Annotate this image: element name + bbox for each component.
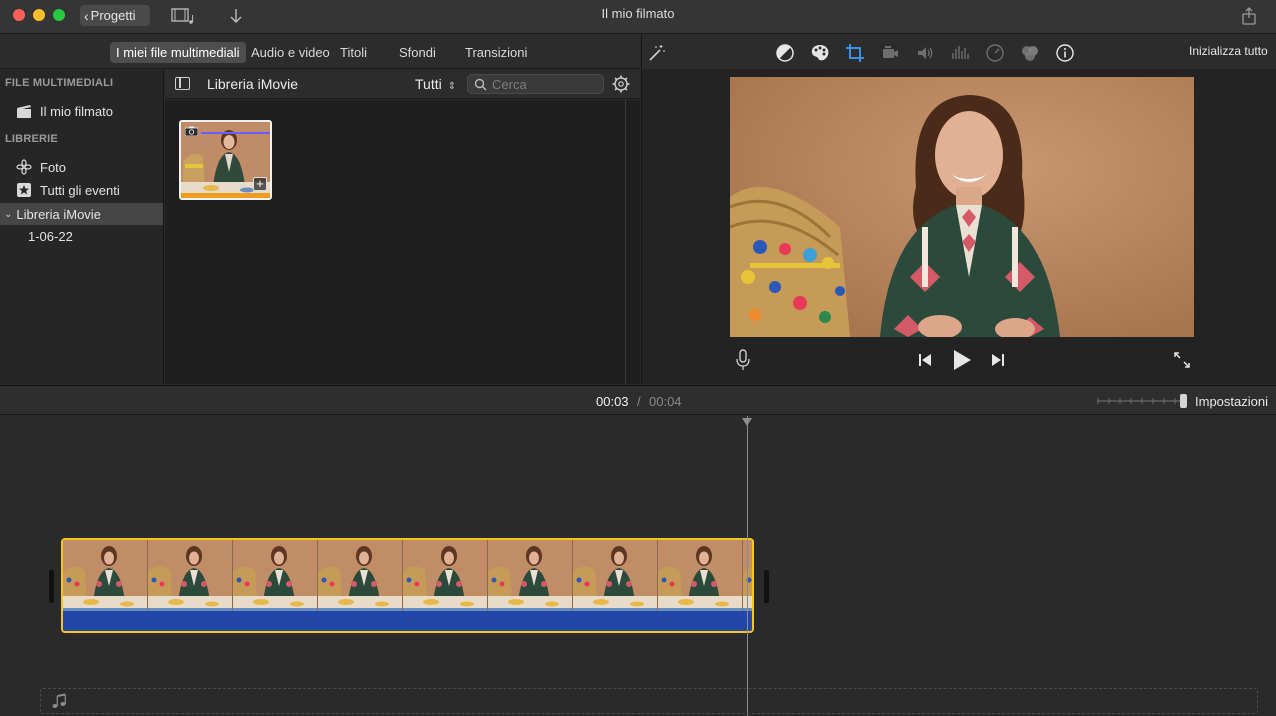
background-music-well[interactable]: [40, 688, 1258, 714]
photos-icon: [16, 159, 32, 175]
video-preview: [730, 77, 1194, 337]
add-to-timeline-button[interactable]: +: [253, 177, 267, 191]
filmstrip-frame: [743, 540, 752, 611]
filter-value: Tutti: [415, 76, 442, 92]
music-note-icon: [52, 693, 66, 708]
color-palette-icon[interactable]: [810, 43, 830, 63]
playback-controls: [642, 345, 1276, 375]
browser-divider: [625, 100, 626, 384]
projects-label: Progetti: [90, 8, 136, 23]
tab-audio-video[interactable]: Audio e video: [245, 42, 336, 63]
equalizer-icon[interactable]: [950, 43, 970, 63]
play-icon[interactable]: [952, 349, 972, 371]
library-sidebar: FILE MULTIMEDIALI Il mio filmato LIBRERI…: [0, 70, 164, 384]
sidebar-toggle-icon[interactable]: [175, 77, 190, 90]
sidebar-item-photos[interactable]: Foto: [0, 156, 163, 178]
color-balance-icon[interactable]: [775, 43, 795, 63]
skip-back-icon[interactable]: [918, 353, 932, 367]
timeline-settings-button[interactable]: Impostazioni: [1195, 394, 1268, 409]
title-bar: ‹ Progetti Il mio filmato: [0, 0, 1276, 34]
sidebar-item-label: Il mio filmato: [40, 103, 113, 119]
timeline[interactable]: [0, 416, 1276, 716]
sidebar-item-event[interactable]: 1-06-22: [0, 225, 163, 247]
star-icon: [17, 183, 31, 197]
clip-used-indicator: [201, 132, 270, 134]
search-box[interactable]: [467, 74, 604, 94]
clip-audio-track: [63, 611, 752, 631]
zoom-window-button[interactable]: [53, 9, 65, 21]
chevron-down-icon[interactable]: ⌄: [4, 209, 12, 220]
filters-icon[interactable]: [1020, 43, 1040, 63]
stabilization-camera-icon[interactable]: [880, 43, 900, 63]
microphone-icon[interactable]: [736, 349, 750, 371]
tab-titles[interactable]: Titoli: [334, 42, 373, 63]
search-input[interactable]: [492, 76, 600, 92]
media-browser: +: [165, 100, 640, 384]
minimize-window-button[interactable]: [33, 9, 45, 21]
preview-frame-image: [730, 77, 1194, 337]
search-icon: [474, 78, 487, 91]
playhead[interactable]: [747, 416, 748, 716]
close-window-button[interactable]: [13, 9, 25, 21]
info-icon[interactable]: [1055, 43, 1075, 63]
clapperboard-icon: [17, 105, 31, 118]
media-film-music-icon[interactable]: [170, 7, 196, 25]
media-tab-bar: I miei file multimediali Audio e video T…: [0, 35, 640, 69]
fullscreen-icon[interactable]: [1173, 351, 1191, 369]
up-down-chevron-icon: ⇕: [447, 81, 457, 92]
filmstrip-frame: [233, 540, 318, 611]
tab-transitions[interactable]: Transizioni: [459, 42, 533, 63]
sidebar-item-all-events[interactable]: Tutti gli eventi: [0, 179, 163, 201]
share-icon[interactable]: [1240, 6, 1258, 26]
sidebar-item-label: Tutti gli eventi: [40, 182, 120, 198]
reset-all-button[interactable]: Inizializza tutto: [1189, 44, 1268, 58]
chevron-left-icon: ‹: [84, 7, 89, 24]
sidebar-item-project[interactable]: Il mio filmato: [0, 100, 163, 122]
library-bar: Libreria iMovie Tutti ⇕: [165, 70, 640, 99]
filmstrip-frame: [573, 540, 658, 611]
filmstrip-frame: [318, 540, 403, 611]
tab-backgrounds[interactable]: Sfondi: [393, 42, 442, 63]
clip-thumbnail[interactable]: +: [179, 120, 272, 200]
projects-back-button[interactable]: ‹ Progetti: [80, 5, 150, 26]
library-title: Libreria iMovie: [207, 76, 299, 92]
filmstrip-frame: [148, 540, 233, 611]
clip-filter-select[interactable]: Tutti ⇕: [415, 76, 456, 92]
clip-trim-handle-left[interactable]: [49, 570, 54, 603]
timeline-header: 00:03 / 00:04 Impostazioni: [0, 385, 1276, 415]
magic-wand-icon[interactable]: [646, 43, 666, 63]
filmstrip-frame: [403, 540, 488, 611]
viewer-panel: [641, 69, 1276, 384]
selection-range-bar: [181, 193, 270, 198]
tab-my-media[interactable]: I miei file multimediali: [110, 42, 246, 63]
filmstrip-frame: [488, 540, 573, 611]
clip-filmstrip: [63, 540, 752, 611]
adjustment-toolbar: Inizializza tutto: [641, 35, 1276, 69]
speed-gauge-icon[interactable]: [985, 43, 1005, 63]
import-arrow-icon[interactable]: [228, 6, 244, 26]
sidebar-item-label: Foto: [40, 159, 67, 175]
filmstrip-frame: [658, 540, 743, 611]
camera-icon: [185, 126, 198, 136]
sidebar-item-imovie-library[interactable]: ⌄ Libreria iMovie: [0, 203, 163, 225]
clip-trim-handle-right[interactable]: [764, 570, 769, 603]
libraries-section-header: LIBRERIE: [5, 133, 58, 145]
timecode-separator: /: [637, 394, 641, 409]
sidebar-item-label: Libreria iMovie: [16, 206, 101, 222]
playhead-marker[interactable]: [742, 418, 752, 426]
zoom-slider-thumb: [1180, 394, 1187, 408]
timeline-clip[interactable]: [61, 538, 754, 633]
crop-icon[interactable]: [845, 43, 865, 63]
media-section-header: FILE MULTIMEDIALI: [5, 77, 114, 89]
timecode-current: 00:03: [596, 394, 629, 409]
zoom-slider[interactable]: [1096, 394, 1188, 408]
timecode-total: 00:04: [649, 394, 682, 409]
skip-forward-icon[interactable]: [991, 353, 1005, 367]
volume-icon[interactable]: [915, 43, 935, 63]
filmstrip-frame: [63, 540, 148, 611]
sidebar-item-label: 1-06-22: [28, 228, 73, 244]
gear-icon[interactable]: [611, 74, 631, 94]
